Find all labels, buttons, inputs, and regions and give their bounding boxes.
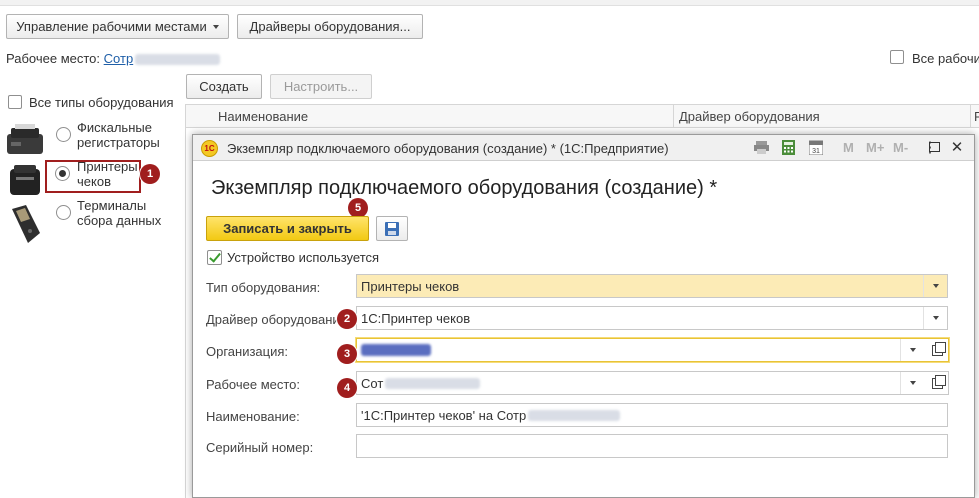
configure-label: Настроить...	[283, 79, 359, 94]
type-radio-printer[interactable]	[55, 166, 70, 181]
equipment-type-value: Принтеры чеков	[361, 278, 460, 294]
column-name[interactable]: Наименование	[218, 109, 308, 124]
workplace-open-button[interactable]	[926, 372, 948, 394]
type-label-terminal-line2: сбора данных	[77, 213, 162, 228]
redacted-text	[361, 344, 431, 356]
data-terminal-icon	[12, 205, 40, 243]
serial-field-label: Серийный номер:	[206, 440, 314, 455]
redacted-text	[528, 409, 621, 421]
create-label: Создать	[199, 79, 249, 94]
type-label-fiscal-line1: Фискальные	[77, 120, 152, 135]
receipt-printer-icon	[10, 165, 40, 195]
printer-icon[interactable]	[753, 139, 770, 156]
save-button[interactable]	[376, 216, 408, 241]
workplace-dropdown-button[interactable]	[900, 372, 924, 394]
chevron-down-icon	[932, 284, 939, 288]
name-field[interactable]: '1С:Принтер чеков' на Сотр	[356, 403, 948, 427]
type-label-printer-line2: чеков	[77, 174, 111, 189]
app-1c-icon: 1С	[201, 140, 218, 157]
workplace-link[interactable]: Сотр	[104, 51, 134, 66]
dialog-title: Экземпляр подключаемого оборудования (со…	[227, 141, 669, 156]
column-driver[interactable]: Драйвер оборудования	[679, 109, 820, 124]
save-and-close-button[interactable]: Записать и закрыть	[206, 216, 369, 241]
step-badge-2: 2	[337, 309, 357, 329]
svg-text:31: 31	[812, 148, 820, 155]
type-label-terminal-line1: Терминалы	[77, 198, 147, 213]
driver-field-label: Драйвер оборудования:	[206, 312, 351, 327]
chevron-down-icon	[909, 381, 916, 385]
configure-button[interactable]: Настроить...	[270, 74, 372, 99]
dialog-titlebar: 1С Экземпляр подключаемого оборудования …	[193, 135, 974, 161]
maximize-icon[interactable]	[923, 138, 941, 156]
calculator-icon[interactable]	[780, 139, 797, 156]
equipment-type-field[interactable]: Принтеры чеков	[356, 274, 948, 298]
type-label-printer-line1: Принтеры	[77, 159, 138, 174]
column-divider	[673, 105, 674, 127]
type-label-fiscal: Фискальные регистраторы	[77, 120, 160, 150]
workplace-field-label: Рабочее место:	[206, 377, 301, 392]
device-used-checkbox[interactable]	[207, 250, 222, 265]
chevron-down-icon	[212, 24, 219, 29]
step-badge-4: 4	[337, 378, 357, 398]
open-form-icon	[931, 374, 946, 389]
workplace-field[interactable]: Сот	[356, 371, 949, 395]
redacted-text	[385, 377, 481, 389]
device-used-label: Устройство используется	[227, 250, 380, 265]
chevron-down-icon	[909, 348, 916, 352]
type-field-label: Тип оборудования:	[206, 280, 321, 295]
dialog-heading: Экземпляр подключаемого оборудования (со…	[211, 177, 718, 199]
all-types-checkbox[interactable]	[8, 95, 22, 109]
fiscal-register-icon	[7, 124, 43, 154]
memory-m-button[interactable]: M	[843, 140, 854, 155]
create-button[interactable]: Создать	[186, 74, 262, 99]
organization-field[interactable]	[356, 338, 949, 362]
save-disk-icon	[385, 221, 399, 236]
organization-field-label: Организация:	[206, 344, 289, 359]
workplace-value: Сот	[361, 375, 384, 391]
all-types-label: Все типы оборудования	[29, 95, 174, 110]
memory-m-plus-button[interactable]: M+	[866, 140, 884, 155]
drivers-button[interactable]: Драйверы оборудования...	[237, 14, 423, 39]
organization-open-button[interactable]	[926, 339, 948, 361]
memory-m-minus-button[interactable]: M-	[893, 140, 908, 155]
equipment-driver-field[interactable]: 1С:Принтер чеков	[356, 306, 948, 330]
column-r[interactable]: Р	[974, 109, 979, 124]
workplace-row: Рабочее место: Сотр	[6, 51, 221, 66]
driver-dropdown-button[interactable]	[923, 307, 947, 329]
step-badge-5: 5	[348, 198, 368, 218]
close-icon[interactable]: ✕	[948, 138, 966, 156]
serial-number-field[interactable]	[356, 434, 948, 458]
type-radio-terminal[interactable]	[56, 205, 71, 220]
redacted-text	[135, 54, 221, 66]
step-badge-3: 3	[337, 344, 357, 364]
workplaces-menu-label: Управление рабочими местами	[16, 19, 207, 34]
all-workplaces-label: Все рабочи	[912, 51, 979, 66]
type-label-fiscal-line2: регистраторы	[77, 135, 160, 150]
name-value: '1С:Принтер чеков' на Сотр	[361, 407, 527, 423]
equipment-driver-value: 1С:Принтер чеков	[361, 310, 471, 326]
column-divider	[970, 105, 971, 127]
name-field-label: Наименование:	[206, 409, 300, 424]
organization-dropdown-button[interactable]	[900, 339, 924, 361]
calendar-icon[interactable]: 31	[807, 139, 824, 156]
save-and-close-label: Записать и закрыть	[223, 221, 352, 236]
top-border	[0, 0, 979, 6]
drivers-button-label: Драйверы оборудования...	[249, 19, 411, 34]
type-dropdown-button[interactable]	[923, 275, 947, 297]
left-panel-divider	[185, 104, 186, 498]
grid-header: Наименование Драйвер оборудования Р	[186, 104, 979, 128]
open-form-icon	[931, 341, 946, 356]
all-workplaces-checkbox[interactable]	[890, 50, 904, 64]
type-radio-fiscal[interactable]	[56, 127, 71, 142]
workplace-label: Рабочее место:	[6, 51, 101, 66]
type-label-terminal: Терминалы сбора данных	[77, 198, 161, 228]
chevron-down-icon	[932, 316, 939, 320]
type-label-printer: Принтеры чеков	[77, 159, 138, 189]
step-badge-1: 1	[140, 164, 160, 184]
equipment-instance-dialog: 1С Экземпляр подключаемого оборудования …	[192, 134, 975, 498]
workplaces-menu-button[interactable]: Управление рабочими местами	[6, 14, 229, 39]
